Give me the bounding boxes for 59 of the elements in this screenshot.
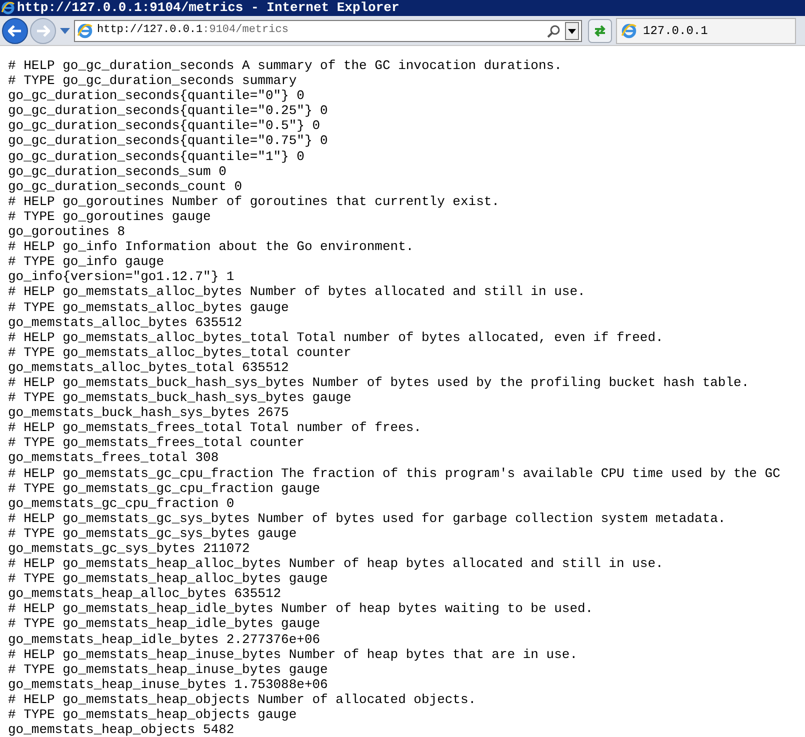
- refresh-arrows-icon: [593, 24, 607, 38]
- metrics-line: # TYPE go_memstats_alloc_bytes gauge: [8, 300, 289, 315]
- metrics-line: # HELP go_memstats_heap_objects Number of allocated objects.: [8, 692, 476, 708]
- metrics-line: # TYPE go_memstats_frees_total counter: [8, 435, 304, 450]
- metrics-line: # TYPE go_goroutines gauge: [8, 208, 211, 224]
- metrics-line: go_memstats_alloc_bytes 635512: [8, 314, 242, 330]
- metrics-line: go_memstats_heap_inuse_bytes 1.753088e+06: [8, 676, 328, 692]
- metrics-line: go_info{version="go1.12.7"} 1: [8, 269, 234, 284]
- metrics-line: # HELP go_gc_duration_seconds A summary of the GC invocation durations.: [8, 58, 562, 74]
- metrics-line: go_gc_duration_seconds_sum 0: [8, 164, 226, 179]
- metrics-line: go_goroutines 8: [8, 224, 126, 240]
- browser-tab[interactable]: 127.0.0.1: [616, 18, 796, 44]
- page-logo-icon: [77, 22, 93, 38]
- metrics-line: go_memstats_gc_cpu_fraction 0: [8, 496, 234, 511]
- metrics-line: go_memstats_alloc_bytes_total 635512: [8, 360, 289, 375]
- metrics-line: # HELP go_memstats_alloc_bytes Number of bytes allocated and still in use.: [8, 284, 586, 300]
- search-icon[interactable]: [547, 24, 561, 38]
- metrics-line: go_gc_duration_seconds{quantile="1"} 0: [8, 148, 304, 164]
- metrics-line: # TYPE go_memstats_gc_cpu_fraction gauge: [8, 480, 320, 496]
- metrics-line: # HELP go_memstats_heap_inuse_bytes Number of heap bytes that are in use.: [8, 646, 578, 662]
- metrics-line: # HELP go_memstats_gc_cpu_fraction The fraction of this program's available CPU time used by the GC: [8, 466, 780, 481]
- metrics-line: # HELP go_info Information about the Go environment.: [8, 239, 414, 254]
- metrics-line: # TYPE go_memstats_heap_inuse_bytes gauge: [8, 662, 328, 677]
- metrics-line: # TYPE go_memstats_gc_sys_bytes gauge: [8, 526, 297, 541]
- page-logo-icon: [621, 22, 637, 38]
- address-text: http://127.0.0.1:9104/metrics: [97, 23, 290, 38]
- metrics-line: go_memstats_gc_sys_bytes 211072: [8, 541, 250, 556]
- metrics-line: go_gc_duration_seconds_count 0: [8, 178, 242, 194]
- metrics-line: go_gc_duration_seconds{quantile="0.5"} 0: [8, 118, 320, 134]
- metrics-line: # TYPE go_info gauge: [8, 254, 164, 270]
- metrics-line: go_memstats_frees_total 308: [8, 450, 219, 466]
- metrics-line: # TYPE go_memstats_heap_alloc_bytes gauge: [8, 571, 328, 586]
- metrics-line: go_memstats_buck_hash_sys_bytes 2675: [8, 405, 289, 420]
- metrics-line: go_gc_duration_seconds{quantile="0.75"} 0: [8, 133, 328, 149]
- metrics-line: # HELP go_memstats_buck_hash_sys_bytes Number of bytes used by the profiling bucket hash table.: [8, 374, 750, 390]
- window-title: http://127.0.0.1:9104/metrics - Internet Explorer: [17, 0, 400, 16]
- back-button[interactable]: [2, 18, 28, 44]
- metrics-line: # HELP go_memstats_frees_total Total number of frees.: [8, 420, 422, 436]
- back-arrow-icon: [8, 24, 22, 36]
- browser-logo-icon: [1, 1, 15, 15]
- dropdown-caret-icon[interactable]: [565, 22, 579, 40]
- metrics-line: # HELP go_memstats_heap_alloc_bytes Number of heap bytes allocated and still in use.: [8, 556, 664, 572]
- metrics-line: # HELP go_goroutines Number of goroutines that currently exist.: [8, 194, 500, 209]
- metrics-line: # HELP go_memstats_heap_idle_bytes Number of heap bytes waiting to be used.: [8, 601, 594, 616]
- metrics-line: # TYPE go_memstats_heap_objects gauge: [8, 707, 297, 722]
- metrics-line: # TYPE go_memstats_buck_hash_sys_bytes gauge: [8, 390, 352, 406]
- metrics-line: go_memstats_heap_idle_bytes 2.277376e+06: [8, 632, 320, 647]
- metrics-line: go_gc_duration_seconds{quantile="0"} 0: [8, 88, 304, 104]
- address-field[interactable]: http://127.0.0.1:9104/metrics: [74, 20, 582, 42]
- metrics-line: # TYPE go_memstats_alloc_bytes_total counter: [8, 344, 352, 360]
- metrics-line: go_gc_duration_seconds{quantile="0.25"} 0: [8, 103, 328, 118]
- refresh-button[interactable]: [588, 18, 612, 42]
- forward-arrow-icon: [36, 24, 50, 36]
- metrics-line: # TYPE go_memstats_heap_idle_bytes gauge: [8, 616, 320, 632]
- metrics-line: go_memstats_heap_alloc_bytes 635512: [8, 586, 282, 602]
- metrics-line: # HELP go_memstats_alloc_bytes_total Total number of bytes allocated, even if freed.: [8, 330, 664, 345]
- metrics-line: # HELP go_memstats_gc_sys_bytes Number of bytes used for garbage collection system metadata.: [8, 510, 726, 526]
- metrics-line: # TYPE go_gc_duration_seconds summary: [8, 73, 297, 88]
- metrics-line: go_memstats_heap_objects 5482: [8, 722, 234, 737]
